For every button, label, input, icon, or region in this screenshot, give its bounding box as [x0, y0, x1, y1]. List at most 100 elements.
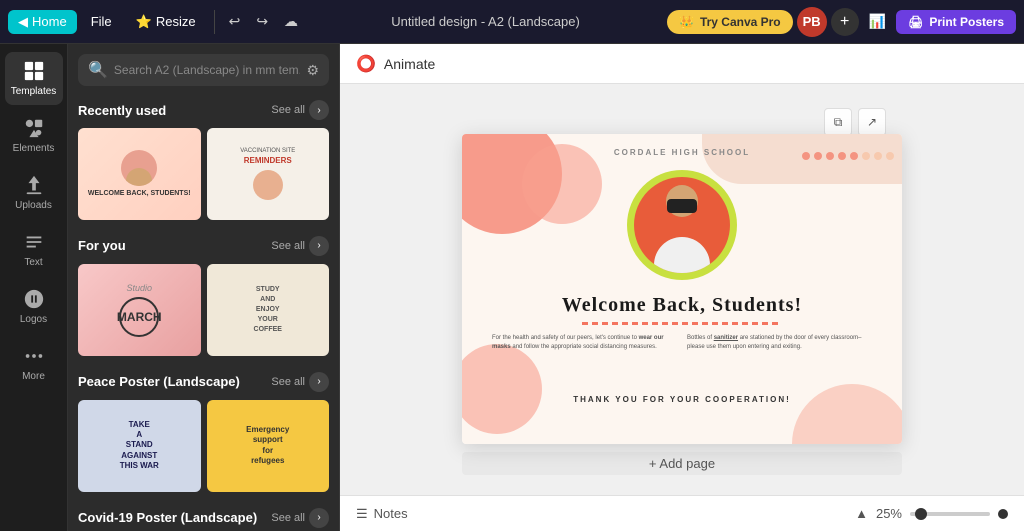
sidebar-item-templates[interactable]: Templates	[5, 52, 63, 105]
peace-poster-nav: See all ›	[271, 372, 329, 392]
sidebar-item-logos[interactable]: Logos	[5, 280, 63, 333]
zoom-level: 25%	[876, 506, 902, 521]
animate-bar: ⭕ Animate	[340, 44, 1024, 84]
template-vaccination[interactable]: VACCINATION SITE REMINDERS	[207, 128, 330, 220]
dot-3	[826, 152, 834, 160]
resize-button[interactable]: ⭐ Resize	[126, 10, 206, 34]
recently-used-header: Recently used See all ›	[78, 100, 329, 120]
dot-4	[838, 152, 846, 160]
for-you-header: For you See all ›	[78, 236, 329, 256]
search-bar[interactable]: 🔍 ⚙	[78, 54, 329, 86]
body-text-left: For the health and safety of our peers, …	[492, 334, 677, 352]
analytics-button[interactable]: 📊	[863, 9, 892, 34]
cloud-save-button[interactable]: ☁	[278, 9, 304, 34]
school-name: CORDALE HIGH SCHOOL	[614, 148, 750, 157]
zoom-dot	[998, 509, 1008, 519]
zoom-controls: ▲ 25%	[855, 506, 1008, 521]
divider	[214, 10, 215, 34]
peace-poster-see-all[interactable]: See all	[271, 376, 305, 388]
peace-poster-title: Peace Poster (Landscape)	[78, 374, 240, 389]
for-you-next[interactable]: ›	[309, 236, 329, 256]
decorative-dots	[802, 152, 894, 160]
left-sidebar: Templates Elements Uploads Text	[0, 44, 68, 531]
dot-5	[850, 152, 858, 160]
canvas-main-title: Welcome Back, Students!	[532, 294, 832, 317]
recently-used-nav: See all ›	[271, 100, 329, 120]
recently-used-next[interactable]: ›	[309, 100, 329, 120]
upload-icon	[23, 174, 45, 196]
add-to-canvas-button[interactable]: ↗	[858, 108, 886, 136]
crown-icon: 👑	[679, 15, 694, 29]
for-you-title: For you	[78, 238, 126, 253]
design-canvas[interactable]: CORDALE HIGH SCHOOL W	[462, 134, 902, 444]
sidebar-item-elements[interactable]: Elements	[5, 109, 63, 162]
peace-poster-header: Peace Poster (Landscape) See all ›	[78, 372, 329, 392]
for-you-nav: See all ›	[271, 236, 329, 256]
templates-panel: 🔍 ⚙ Recently used See all › WELCOME BACK…	[68, 44, 340, 531]
filter-icon[interactable]: ⚙	[306, 62, 319, 79]
animate-label: Animate	[384, 56, 435, 72]
canvas-scroll[interactable]: ⧉ ↗	[340, 84, 1024, 495]
sidebar-item-uploads[interactable]: Uploads	[5, 166, 63, 219]
main-area: Templates Elements Uploads Text	[0, 44, 1024, 531]
topbar: ◀ Home File ⭐ Resize ↩ ↪ ☁ Untitled desi…	[0, 0, 1024, 44]
notes-icon: ☰	[356, 506, 368, 522]
person-body	[654, 237, 710, 273]
templates-icon	[23, 60, 45, 82]
try-canva-button[interactable]: 👑 Try Canva Pro	[667, 10, 793, 34]
more-icon	[23, 345, 45, 367]
undo-button[interactable]: ↩	[223, 9, 247, 34]
animate-icon: ⭕	[356, 54, 376, 74]
for-you-grid: Studio MARCH STUDYANDENJOYYOURCOFFEE	[78, 264, 329, 356]
dot-8	[886, 152, 894, 160]
recently-used-grid: WELCOME BACK, STUDENTS! VACCINATION SITE…	[78, 128, 329, 220]
dot-1	[802, 152, 810, 160]
collapse-arrow: ▲	[855, 506, 868, 521]
recently-used-title: Recently used	[78, 103, 166, 118]
dot-7	[874, 152, 882, 160]
thank-you-text: THANK YOU FOR YOUR COOPERATION!	[573, 395, 791, 404]
elements-icon	[23, 117, 45, 139]
title-underline	[582, 322, 782, 325]
person-mask	[667, 199, 697, 213]
home-arrow-icon: ◀	[18, 14, 28, 30]
template-study-coffee[interactable]: STUDYANDENJOYYOURCOFFEE	[207, 264, 330, 356]
sidebar-item-more[interactable]: More	[5, 337, 63, 390]
bottom-bar: ☰ Notes ▲ 25%	[340, 495, 1024, 531]
document-title: Untitled design - A2 (Landscape)	[391, 14, 580, 29]
add-page-bar[interactable]: + Add page	[462, 452, 902, 475]
bg-shape-circle-pink	[522, 144, 602, 224]
covid-poster-see-all[interactable]: See all	[271, 512, 305, 524]
dot-2	[814, 152, 822, 160]
file-button[interactable]: File	[81, 10, 122, 33]
text-icon	[23, 231, 45, 253]
printer-icon: 🖨	[908, 15, 923, 29]
avatar-button[interactable]: PB	[797, 7, 827, 37]
print-button[interactable]: 🖨 Print Posters	[896, 10, 1016, 34]
template-welcome-students[interactable]: WELCOME BACK, STUDENTS!	[78, 128, 201, 220]
canvas-area: ⭕ Animate ⧉ ↗	[340, 44, 1024, 531]
peace-poster-next[interactable]: ›	[309, 372, 329, 392]
logos-icon	[23, 288, 45, 310]
search-icon: 🔍	[88, 60, 108, 80]
template-take-stand[interactable]: TAKEASTANDAGAINSTTHIS WAR	[78, 400, 201, 492]
zoom-slider[interactable]	[910, 512, 990, 516]
template-emergency[interactable]: Emergencysupportforrefugees	[207, 400, 330, 492]
avatar-ring	[627, 170, 737, 280]
covid-poster-title: Covid-19 Poster (Landscape)	[78, 510, 257, 525]
sidebar-item-text[interactable]: Text	[5, 223, 63, 276]
search-input[interactable]	[114, 63, 301, 77]
redo-button[interactable]: ↪	[250, 9, 274, 34]
plus-button[interactable]: +	[831, 8, 859, 36]
recently-used-see-all[interactable]: See all	[271, 104, 305, 116]
covid-poster-next[interactable]: ›	[309, 508, 329, 528]
home-button[interactable]: ◀ Home	[8, 10, 77, 34]
notes-button[interactable]: ☰ Notes	[356, 506, 408, 522]
for-you-see-all[interactable]: See all	[271, 240, 305, 252]
dot-6	[862, 152, 870, 160]
body-text-container: For the health and safety of our peers, …	[462, 334, 902, 352]
peace-poster-grid: TAKEASTANDAGAINSTTHIS WAR Emergencysuppo…	[78, 400, 329, 492]
template-march[interactable]: Studio MARCH	[78, 264, 201, 356]
canvas-toolbar: ⧉ ↗	[446, 108, 886, 136]
duplicate-page-button[interactable]: ⧉	[824, 108, 852, 136]
